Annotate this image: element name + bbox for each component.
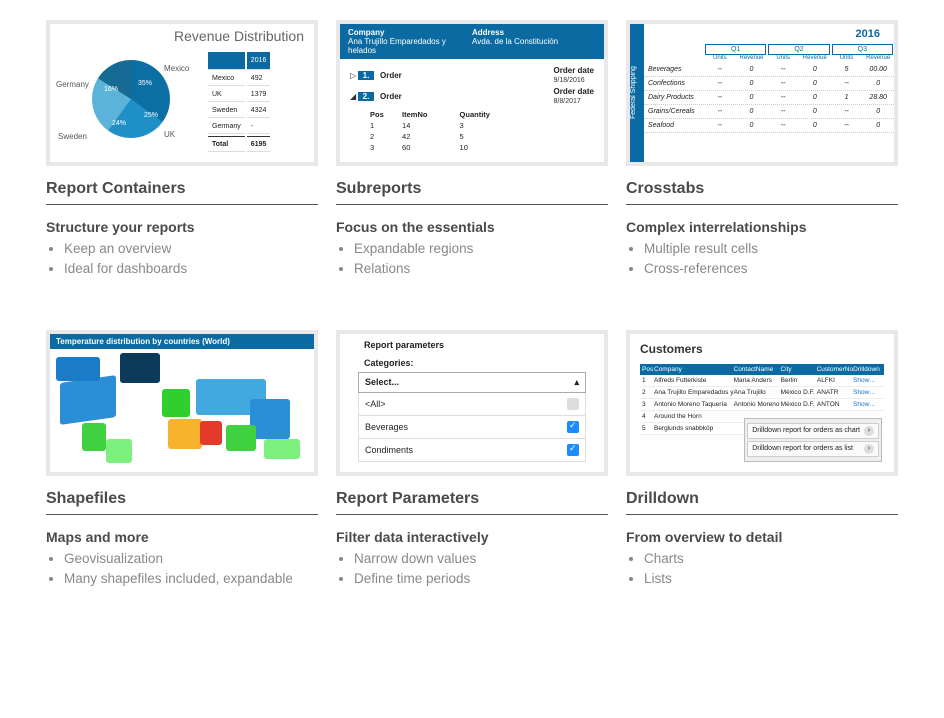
card-shapefiles[interactable]: Temperature distribution by countries (W… <box>46 330 318 590</box>
expand-icon[interactable]: ▷ <box>350 71 358 80</box>
bullet: Lists <box>644 569 898 589</box>
label-uk: UK <box>164 130 175 139</box>
card-subtitle: Complex interrelationships <box>626 219 898 235</box>
thumb-drilldown: Customers PosCompanyContactNameCityCusto… <box>626 330 898 476</box>
thumb-shapefiles: Temperature distribution by countries (W… <box>46 330 318 476</box>
card-bullets: Geovisualization Many shapefiles include… <box>46 549 318 590</box>
option-beverages[interactable]: Beverages <box>358 416 586 439</box>
card-title: Report Containers <box>46 180 318 198</box>
checkbox-icon[interactable] <box>567 421 579 433</box>
drilldown-popup: Drilldown report for orders as chart› Dr… <box>744 418 882 462</box>
label-mexico: Mexico <box>164 64 189 73</box>
bullet: Ideal for dashboards <box>64 259 318 279</box>
card-subtitle: From overview to detail <box>626 529 898 545</box>
pct-mexico: 35% <box>138 80 152 87</box>
bullet: Keep an overview <box>64 239 318 259</box>
option-all[interactable]: <All> <box>358 393 586 416</box>
thumb-subreports: CompanyAna Trujillo Emparedados y helado… <box>336 20 608 166</box>
divider <box>626 514 898 515</box>
card-subreports[interactable]: CompanyAna Trujillo Emparedados y helado… <box>336 20 608 280</box>
card-report-parameters[interactable]: Report parameters Categories: Select...▴… <box>336 330 608 590</box>
divider <box>626 204 898 205</box>
bullet: Define time periods <box>354 569 608 589</box>
card-bullets: Expandable regions Relations <box>336 239 608 280</box>
card-bullets: Keep an overview Ideal for dashboards <box>46 239 318 280</box>
bullet: Relations <box>354 259 608 279</box>
thumb-crosstabs: Federal Shipping 2016 Q1Q2Q3 UnitsRevenu… <box>626 20 898 166</box>
bullet: Multiple result cells <box>644 239 898 259</box>
label-sweden: Sweden <box>58 132 87 141</box>
card-subtitle: Focus on the essentials <box>336 219 608 235</box>
world-map <box>50 349 314 467</box>
option-condiments[interactable]: Condiments <box>358 439 586 462</box>
pie-chart: Mexico Germany Sweden UK 35% 25% 24% 16% <box>56 44 206 154</box>
bullet: Expandable regions <box>354 239 608 259</box>
card-title: Drilldown <box>626 490 898 508</box>
checkbox-icon[interactable] <box>567 398 579 410</box>
revenue-table: 2016 Mexico492 UK1379 Sweden4324 Germany… <box>206 50 272 154</box>
divider <box>46 204 318 205</box>
side-label: Federal Shipping <box>630 24 644 162</box>
bullet: Narrow down values <box>354 549 608 569</box>
feature-grid: Revenue Distribution Mexico Germany Swed… <box>46 20 898 589</box>
thumb-report-parameters: Report parameters Categories: Select...▴… <box>336 330 608 476</box>
card-crosstabs[interactable]: Federal Shipping 2016 Q1Q2Q3 UnitsRevenu… <box>626 20 898 280</box>
bullet: Cross-references <box>644 259 898 279</box>
bullet: Geovisualization <box>64 549 318 569</box>
card-subtitle: Maps and more <box>46 529 318 545</box>
arrow-right-icon: › <box>864 426 874 436</box>
drilldown-option-chart[interactable]: Drilldown report for orders as chart› <box>747 423 879 439</box>
divider <box>336 514 608 515</box>
card-drilldown[interactable]: Customers PosCompanyContactNameCityCusto… <box>626 330 898 590</box>
label-germany: Germany <box>56 80 89 89</box>
card-title: Subreports <box>336 180 608 198</box>
card-title: Shapefiles <box>46 490 318 508</box>
arrow-right-icon: › <box>864 444 874 454</box>
card-bullets: Narrow down values Define time periods <box>336 549 608 590</box>
card-title: Report Parameters <box>336 490 608 508</box>
checkbox-icon[interactable] <box>567 444 579 456</box>
collapse-icon[interactable]: ◢ <box>350 92 358 101</box>
chevron-up-icon: ▴ <box>574 377 579 388</box>
pct-germany: 16% <box>104 86 118 93</box>
bullet: Charts <box>644 549 898 569</box>
card-report-containers[interactable]: Revenue Distribution Mexico Germany Swed… <box>46 20 318 280</box>
divider <box>336 204 608 205</box>
thumb-report-containers: Revenue Distribution Mexico Germany Swed… <box>46 20 318 166</box>
pct-sweden: 24% <box>112 120 126 127</box>
card-subtitle: Filter data interactively <box>336 529 608 545</box>
divider <box>46 514 318 515</box>
drilldown-option-list[interactable]: Drilldown report for orders as list› <box>747 441 879 457</box>
card-bullets: Charts Lists <box>626 549 898 590</box>
card-subtitle: Structure your reports <box>46 219 318 235</box>
bullet: Many shapefiles included, expandable <box>64 569 318 589</box>
card-title: Crosstabs <box>626 180 898 198</box>
chart-title: Revenue Distribution <box>50 24 314 44</box>
category-select[interactable]: Select...▴ <box>358 372 586 393</box>
pct-uk: 25% <box>144 112 158 119</box>
card-bullets: Multiple result cells Cross-references <box>626 239 898 280</box>
